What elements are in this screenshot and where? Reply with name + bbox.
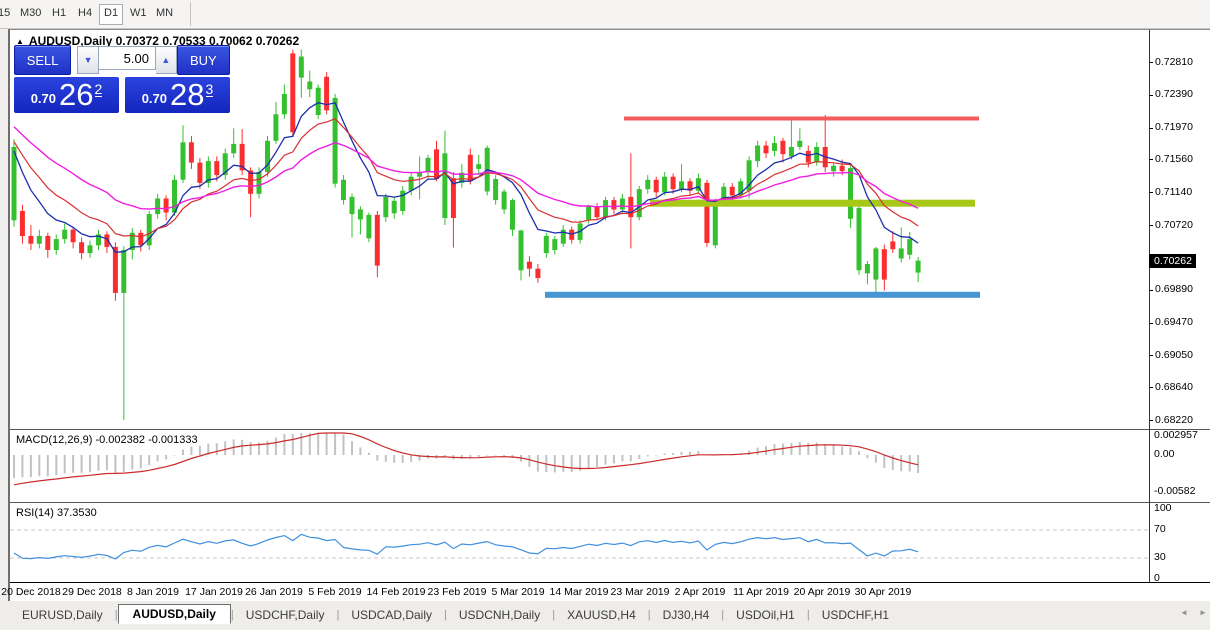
date-axis-label: 8 Jan 2019 — [127, 586, 179, 598]
price-axis-label: 0.72390 — [1155, 88, 1193, 100]
chart-window[interactable]: ▲AUDUSD,Daily 0.70372 0.70533 0.70062 0.… — [8, 29, 1210, 602]
price-axis-label: 0.72810 — [1155, 56, 1193, 68]
tab-item-audusd-daily[interactable]: AUDUSD,Daily — [118, 604, 231, 624]
tab-scroll-left-icon[interactable]: ◄ — [1180, 608, 1188, 617]
macd-label: MACD(12,26,9) -0.002382 -0.001333 — [16, 434, 198, 446]
price-axis-label: 0.69050 — [1155, 349, 1193, 361]
volume-input[interactable] — [99, 46, 156, 70]
price-axis-tick — [1149, 323, 1153, 324]
macd-axis-label: -0.00582 — [1154, 485, 1195, 497]
tab-item-dj30-h4[interactable]: DJ30,H4 — [651, 606, 722, 624]
timeframe-button-15[interactable]: 15 — [0, 4, 14, 23]
current-price-tag: 0.70262 — [1149, 254, 1196, 268]
price-axis-tick — [1149, 192, 1153, 193]
price-axis-tick — [1149, 95, 1153, 96]
chart-tab-strip: EURUSD,Daily|AUDUSD,Daily|USDCHF,Daily|U… — [0, 601, 1210, 630]
date-axis-label: 23 Feb 2019 — [428, 586, 487, 598]
rsi-axis-label: 30 — [1154, 551, 1166, 563]
tab-item-xauusd-h4[interactable]: XAUUSD,H4 — [555, 606, 648, 624]
macd-axis-label: 0.002957 — [1154, 429, 1198, 441]
rsi-axis-label: 0 — [1154, 572, 1160, 584]
tab-item-usdchf-daily[interactable]: USDCHF,Daily — [234, 606, 337, 624]
price-axis-tick — [1149, 420, 1153, 421]
price-axis-tick — [1149, 128, 1153, 129]
timeframe-button-mn[interactable]: MN — [152, 4, 177, 23]
sell-price-sup: 2 — [95, 82, 103, 97]
macd-axis-label: 0.00 — [1154, 448, 1174, 460]
price-axis-label: 0.69890 — [1155, 283, 1193, 295]
price-axis-tick — [1149, 225, 1153, 226]
buy-price-sup: 3 — [206, 82, 214, 97]
tab-item-usdcnh-daily[interactable]: USDCNH,Daily — [447, 606, 552, 624]
tab-bar: EURUSD,Daily|AUDUSD,Daily|USDCHF,Daily|U… — [10, 603, 901, 626]
price-axis-tick — [1149, 159, 1153, 160]
pane-divider — [10, 429, 1210, 430]
sell-price-button[interactable]: 0.70 26 2 — [14, 77, 119, 113]
tab-item-usdoil-h1[interactable]: USDOil,H1 — [724, 606, 807, 624]
rsi-axis-label: 100 — [1154, 502, 1172, 514]
date-axis-label: 2 Apr 2019 — [675, 586, 726, 598]
price-axis-label: 0.71140 — [1155, 186, 1192, 198]
timeframe-button-d1[interactable]: D1 — [99, 4, 123, 25]
date-axis-label: 5 Mar 2019 — [491, 586, 544, 598]
tab-scroll-right-icon[interactable]: ► — [1199, 608, 1207, 617]
sell-button[interactable]: SELL — [14, 45, 71, 75]
price-axis-label: 0.68640 — [1155, 381, 1193, 393]
date-axis-label: 29 Dec 2018 — [62, 586, 122, 598]
price-axis-divider — [1149, 30, 1150, 582]
timeframe-button-w1[interactable]: W1 — [126, 4, 151, 23]
date-axis-label: 26 Jan 2019 — [245, 586, 303, 598]
date-axis-label: 23 Mar 2019 — [611, 586, 670, 598]
date-axis-label: 17 Jan 2019 — [185, 586, 243, 598]
timeframe-button-m30[interactable]: M30 — [16, 4, 45, 23]
date-axis-label: 14 Mar 2019 — [550, 586, 609, 598]
tab-item-usdchf-h1[interactable]: USDCHF,H1 — [810, 606, 901, 624]
one-click-trading-panel: SELL ▼ ▲ BUY 0.70 26 2 0.70 28 3 — [14, 45, 230, 113]
date-axis-label: 30 Apr 2019 — [855, 586, 912, 598]
price-axis-tick — [1149, 62, 1153, 63]
volume-up-icon[interactable]: ▲ — [156, 46, 177, 74]
date-axis-label: 5 Feb 2019 — [308, 586, 361, 598]
buy-price-button[interactable]: 0.70 28 3 — [125, 77, 230, 113]
price-axis-label: 0.71560 — [1155, 153, 1193, 165]
buy-price-prefix: 0.70 — [142, 91, 167, 106]
date-axis-label: 20 Apr 2019 — [794, 586, 851, 598]
price-axis-label: 0.68220 — [1155, 414, 1193, 426]
date-axis-label: 11 Apr 2019 — [733, 586, 789, 598]
price-axis-tick — [1149, 387, 1153, 388]
sell-price-prefix: 0.70 — [31, 91, 56, 106]
volume-dropdown-icon[interactable]: ▼ — [77, 46, 99, 74]
sell-price-big: 26 — [59, 80, 93, 110]
tab-item-eurusd-daily[interactable]: EURUSD,Daily — [10, 606, 115, 624]
rsi-canvas[interactable] — [10, 504, 1149, 582]
date-axis-label: 14 Feb 2019 — [367, 586, 426, 598]
mt4-window: 15M30H1H4D1W1MN ▲AUDUSD,Daily 0.70372 0.… — [0, 0, 1210, 630]
tab-item-usdcad-daily[interactable]: USDCAD,Daily — [339, 606, 444, 624]
price-axis-label: 0.70720 — [1155, 219, 1193, 231]
price-axis-tick — [1149, 290, 1153, 291]
timeframe-button-h1[interactable]: H1 — [48, 4, 70, 23]
toolbar-separator — [190, 2, 191, 26]
axis-top-border — [10, 582, 1210, 583]
pane-divider — [10, 502, 1210, 503]
rsi-axis-label: 70 — [1154, 523, 1166, 535]
price-axis-tick — [1149, 355, 1153, 356]
timeframe-button-h4[interactable]: H4 — [74, 4, 96, 23]
date-axis-label: 20 Dec 2018 — [1, 586, 61, 598]
buy-price-big: 28 — [170, 80, 204, 110]
price-axis-label: 0.71970 — [1155, 121, 1193, 133]
buy-button[interactable]: BUY — [177, 45, 230, 75]
timeframe-toolbar: 15M30H1H4D1W1MN — [0, 0, 1210, 29]
price-axis-label: 0.69470 — [1155, 316, 1193, 328]
rsi-label: RSI(14) 37.3530 — [16, 507, 97, 519]
